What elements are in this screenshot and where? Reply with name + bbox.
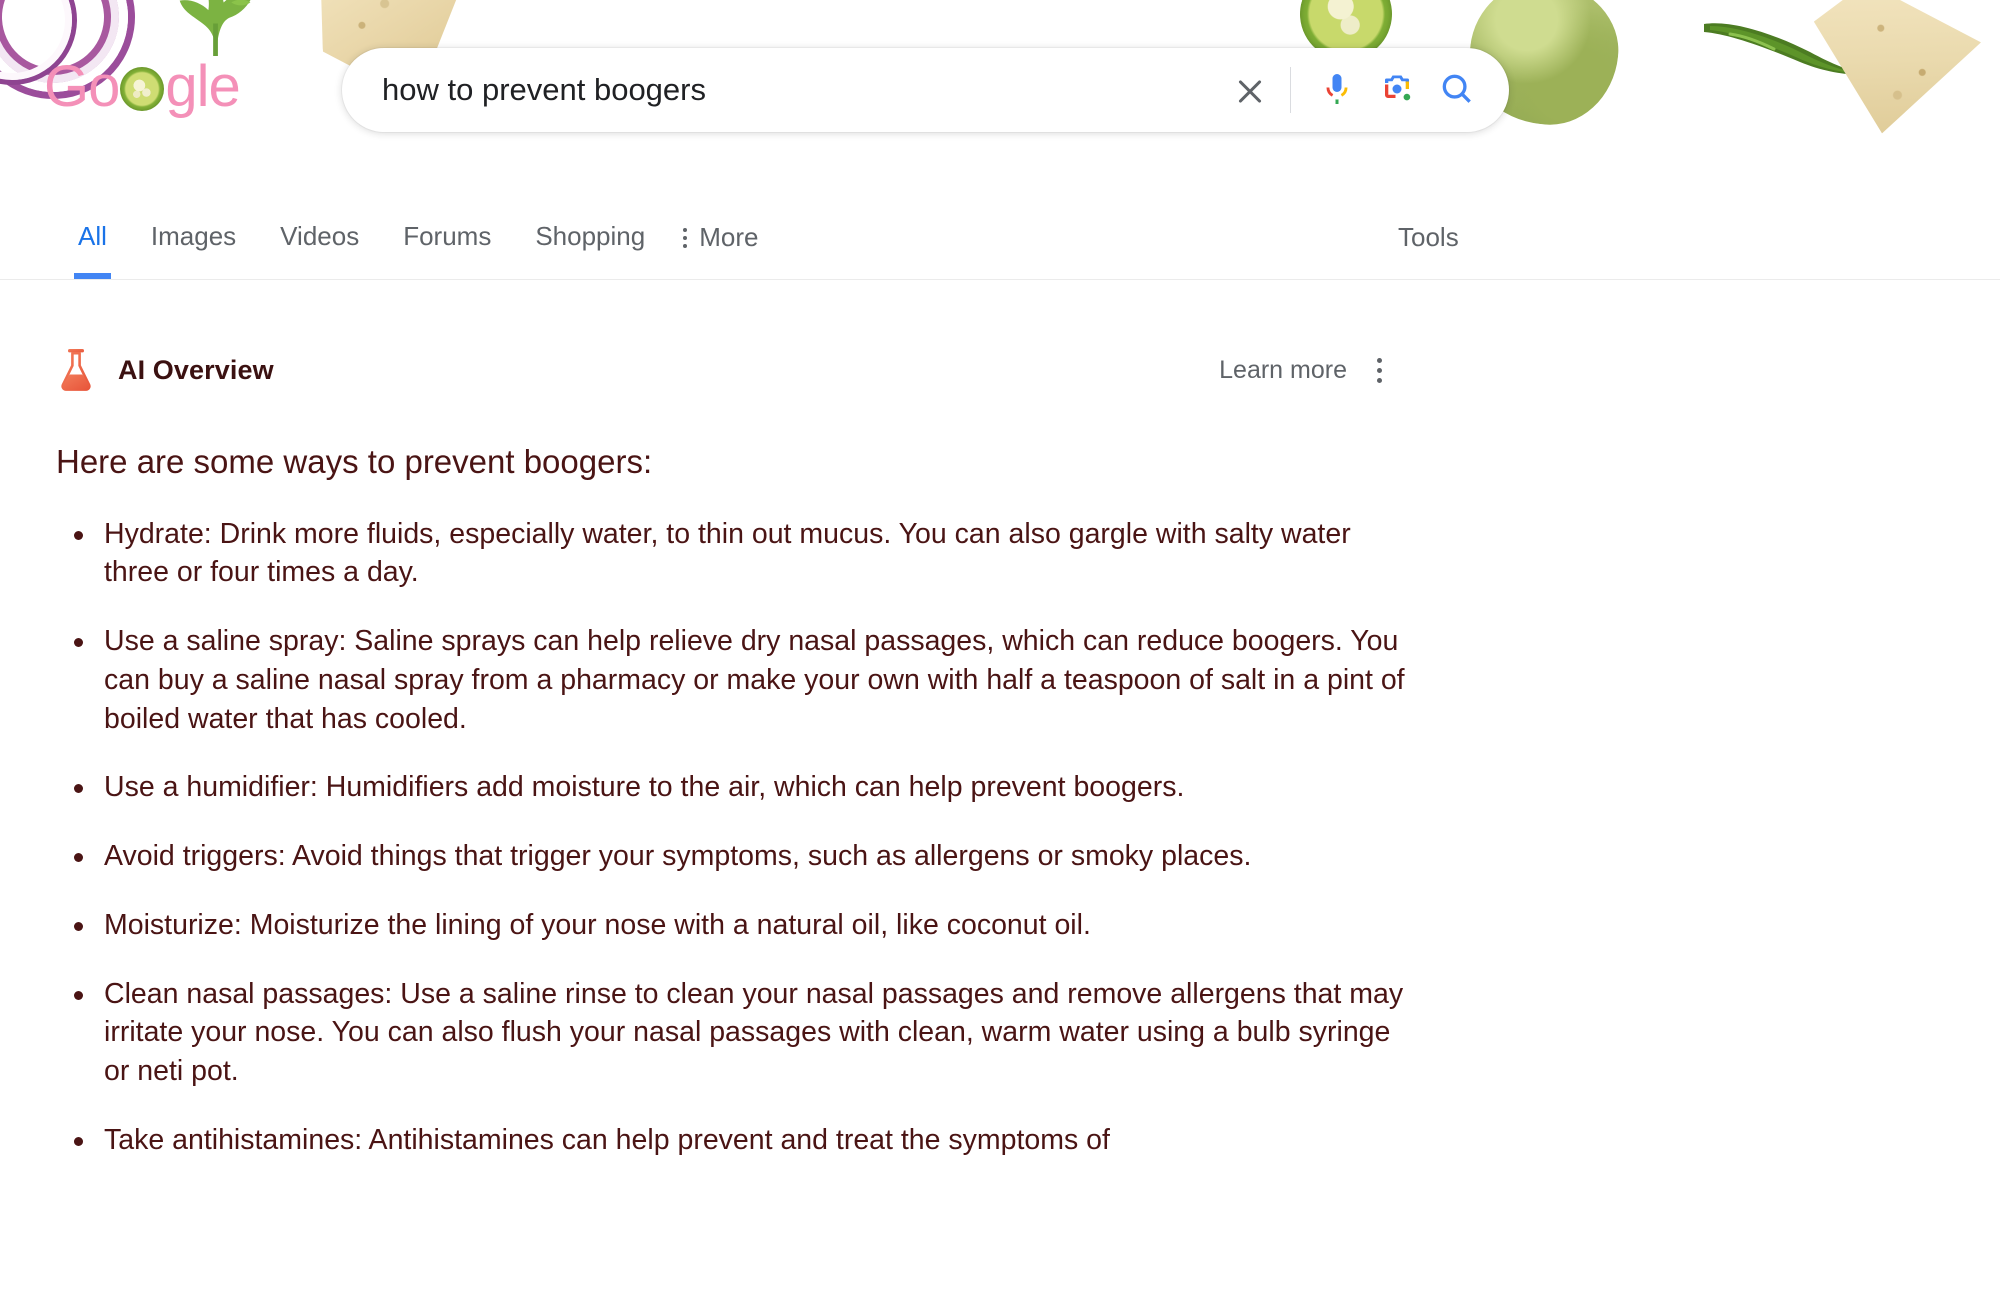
learn-more-link[interactable]: Learn more [1219,356,1347,385]
lens-search-button[interactable] [1367,60,1427,120]
close-icon [1233,73,1267,107]
list-item: Hydrate: Drink more fluids, especially w… [56,515,1406,593]
search-submit-button[interactable] [1427,60,1487,120]
search-icon [1438,70,1476,111]
search-nav-bar: All Images Videos Forums Shopping More T… [0,208,2000,280]
ai-overview-section: AI Overview Learn more Here are some way… [0,340,2000,1190]
logo-jalapeno-o-icon [120,67,165,111]
clear-search-button[interactable] [1220,60,1280,120]
ai-overview-actions: Learn more [1219,354,1386,387]
search-divider [1290,67,1291,113]
list-item: Use a saline spray: Saline sprays can he… [56,622,1406,738]
list-item: Moisturize: Moisturize the lining of you… [56,906,1406,945]
list-item: Take antihistamines: Antihistamines can … [56,1121,1406,1160]
tab-all[interactable]: All [56,208,129,279]
ai-overview-heading: Here are some ways to prevent boogers: [56,443,653,480]
google-logo[interactable]: G o gle [44,54,241,119]
tab-videos[interactable]: Videos [258,208,381,279]
more-label: More [699,222,759,252]
list-item: Clean nasal passages: Use a saline rinse… [56,975,1406,1091]
tortilla-chip-right-icon [1808,0,1984,138]
google-lens-icon [1379,71,1415,110]
flask-icon [56,348,96,392]
dots-vertical-icon [683,222,688,248]
ai-overview-title: AI Overview [118,354,274,385]
list-item: Avoid triggers: Avoid things that trigge… [56,837,1406,876]
logo-letter-o: o [88,53,120,119]
serrano-pepper-icon [1700,18,1870,76]
tab-images[interactable]: Images [129,208,258,279]
tab-forums[interactable]: Forums [381,208,513,279]
ai-overview-header: AI Overview Learn more [56,340,1386,400]
search-bar[interactable] [342,48,1509,132]
list-item: Use a humidifier: Humidifiers add moistu… [56,768,1406,807]
search-tabs: All Images Videos Forums Shopping More [56,208,780,279]
ai-overview-bullet-list: Hydrate: Drink more fluids, especially w… [56,515,1456,1160]
more-filters-button[interactable]: More [667,208,780,253]
search-input[interactable] [382,72,1220,108]
logo-letters-gle: gle [165,53,240,119]
voice-search-button[interactable] [1307,60,1367,120]
cilantro-leaf-icon [168,0,264,56]
google-search-results-page: G o gle how to prevent boogers All Image… [0,0,2000,1300]
logo-letter-g: G [44,53,89,119]
tools-button[interactable]: Tools [1398,222,1528,253]
microphone-icon [1319,71,1355,110]
tab-shopping[interactable]: Shopping [513,208,667,279]
ai-overview-menu-button[interactable] [1373,354,1386,387]
